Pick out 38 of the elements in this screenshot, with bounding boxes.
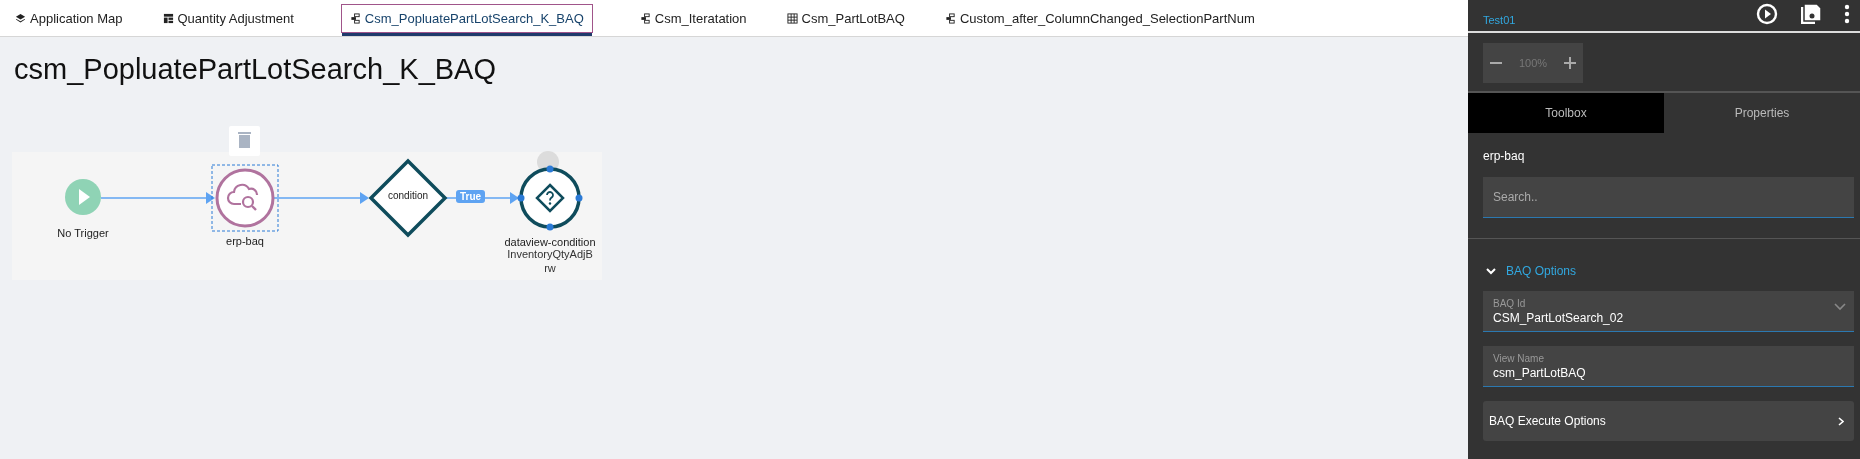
expand-row[interactable]: BAQ Execute Options <box>1483 401 1854 441</box>
decision-node[interactable] <box>517 151 583 231</box>
play-icon[interactable] <box>1756 3 1778 25</box>
search-field[interactable]: Search.. <box>1483 177 1854 218</box>
node-label: No Trigger <box>57 227 109 239</box>
tab[interactable]: Custom_after_ColumnChanged_SelectionPartNum <box>935 3 1264 33</box>
section-title: erp-baq <box>1482 148 1526 165</box>
tab[interactable]: Csm_Iteratation <box>630 3 756 33</box>
node-label: dataview-condition <box>504 236 596 248</box>
grid-icon <box>786 12 798 24</box>
more-icon[interactable] <box>1844 3 1850 25</box>
tab[interactable]: Quantity Adjustment <box>153 3 303 33</box>
condition-node[interactable] <box>368 158 448 238</box>
input-field[interactable]: View Name csm_PartLotBAQ <box>1483 346 1854 387</box>
flow-title: csm_PopluatePartLotSearch_K_BAQ <box>14 53 497 86</box>
tab[interactable]: Csm_PopluatePartLotSearch_K_BAQ <box>340 3 593 33</box>
chevron-icon <box>1486 265 1496 276</box>
tab[interactable]: Application Map <box>6 3 132 33</box>
flow-icon <box>639 12 651 24</box>
save-icon[interactable] <box>1800 3 1822 25</box>
plus-icon[interactable] <box>1563 56 1577 70</box>
table-icon <box>162 12 174 24</box>
panel-tab[interactable]: Toolbox <box>1468 93 1664 133</box>
chevron-icon <box>1838 416 1844 426</box>
input-field[interactable]: BAQ Id CSM_PartLotSearch_02 <box>1483 291 1854 332</box>
flow-icon <box>349 12 361 24</box>
cloud-search-node[interactable] <box>211 164 279 232</box>
caret-icon <box>1834 303 1846 311</box>
edge-label: True <box>456 190 486 203</box>
tab[interactable]: Csm_PartLotBAQ <box>777 3 914 33</box>
layers-icon <box>15 12 26 24</box>
flow-icon <box>944 12 956 24</box>
node-sublabel: InventoryQtyAdjBrw <box>507 248 593 276</box>
group-toggle[interactable]: BAQ Options <box>1468 239 1577 287</box>
start-node[interactable] <box>65 179 101 215</box>
flow-subtitle[interactable]: Test01 <box>1483 14 1516 26</box>
node-label: condition <box>387 190 429 201</box>
node-label: erp-baq <box>226 235 264 247</box>
